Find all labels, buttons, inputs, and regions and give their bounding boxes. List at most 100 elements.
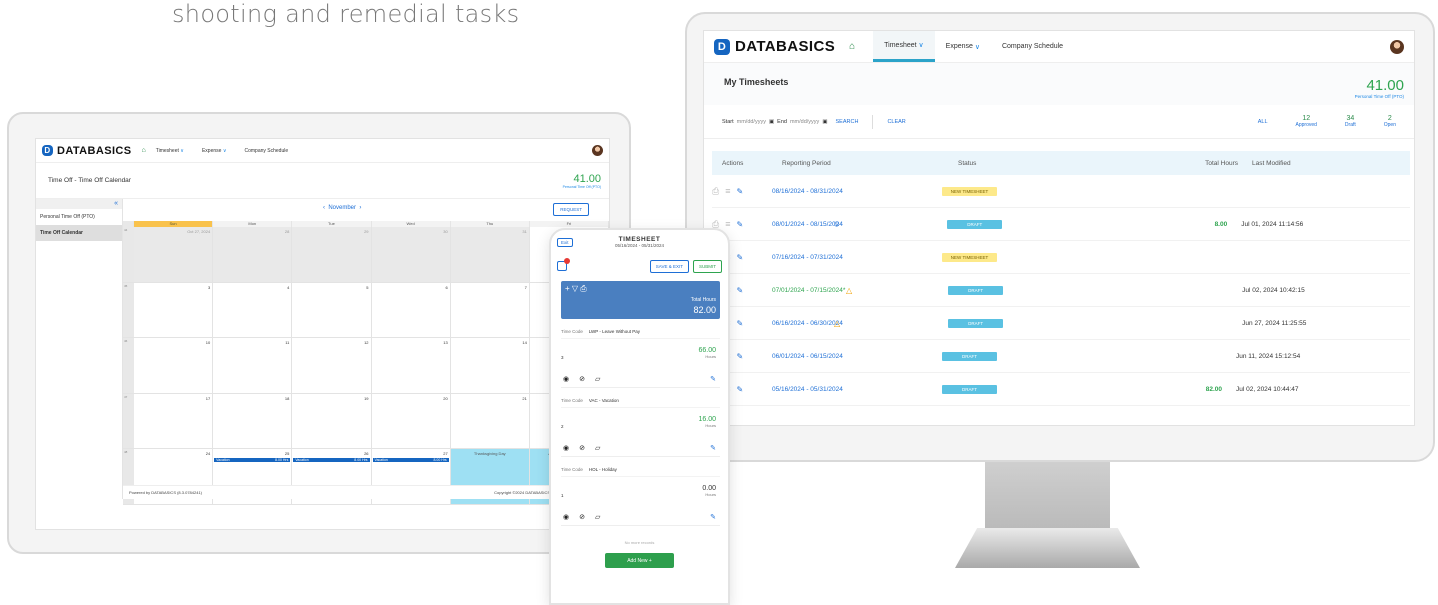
nav-timesheet[interactable]: Timesheet ∨: [156, 148, 184, 154]
edit-icon[interactable]: ✎: [736, 253, 743, 262]
filter-icon[interactable]: ▽: [572, 284, 578, 293]
attachment-icon[interactable]: ⊘: [579, 513, 585, 521]
user-avatar[interactable]: [592, 145, 603, 156]
edit-icon[interactable]: ✎: [736, 286, 743, 295]
start-date-input[interactable]: mm/dd/yyyy: [737, 119, 766, 125]
menu-icon[interactable]: ≡: [725, 219, 730, 229]
request-button[interactable]: REQUEST: [553, 203, 589, 216]
search-button[interactable]: SEARCH: [836, 119, 859, 125]
count-open[interactable]: 2 Open: [1384, 115, 1396, 128]
table-row[interactable]: ⎙ ≡ ✎ 08/16/2024 - 08/31/2024 NEW TIMESHEET: [712, 175, 1410, 208]
edit-icon[interactable]: ✎: [736, 385, 743, 394]
calendar-day[interactable]: 20: [372, 393, 451, 448]
nav-company-schedule[interactable]: Company Schedule: [991, 31, 1074, 62]
prev-month-icon[interactable]: ‹: [323, 205, 325, 211]
add-new-button[interactable]: Add New +: [605, 553, 674, 568]
edit-icon[interactable]: ✎: [736, 352, 743, 361]
calendar-day[interactable]: 30: [371, 227, 451, 282]
calendar-icon[interactable]: ▣: [822, 119, 827, 125]
nav-expense[interactable]: Expense ∨: [935, 31, 991, 62]
end-date-input[interactable]: mm/dd/yyyy: [790, 119, 819, 125]
edit-icon[interactable]: ✎: [710, 444, 716, 452]
calendar-day[interactable]: 11: [213, 338, 293, 393]
home-icon[interactable]: ⌂: [141, 147, 145, 154]
note-icon[interactable]: ▱: [595, 444, 600, 452]
nav-timesheet[interactable]: Timesheet ∨: [873, 31, 935, 62]
calendar-day[interactable]: 21: [451, 393, 530, 448]
nav-company-schedule[interactable]: Company Schedule: [244, 148, 288, 154]
next-month-icon[interactable]: ›: [359, 205, 361, 211]
count-draft[interactable]: 34 Draft: [1345, 115, 1356, 128]
brand-logo[interactable]: D DATABASICS: [714, 38, 835, 55]
add-icon[interactable]: +: [565, 284, 570, 293]
eye-icon[interactable]: ◉: [563, 375, 569, 383]
calendar-day[interactable]: 13: [372, 338, 451, 393]
calendar-day[interactable]: 5: [292, 282, 372, 337]
edit-icon[interactable]: ✎: [710, 513, 716, 521]
nav-expense[interactable]: Expense ∨: [202, 148, 227, 154]
col-period[interactable]: Reporting Period: [782, 160, 958, 167]
calendar-day[interactable]: 12: [292, 338, 372, 393]
exit-button[interactable]: Exit: [557, 237, 573, 247]
period-cell[interactable]: 06/01/2024 - 06/15/2024: [772, 353, 942, 360]
calendar-day[interactable]: 28: [213, 227, 293, 282]
calendar-day[interactable]: 10: [134, 338, 214, 393]
collapse-icon[interactable]: «: [36, 199, 122, 209]
period-cell[interactable]: 08/16/2024 - 08/31/2024: [772, 188, 942, 195]
period-cell[interactable]: 08/01/2024 - 08/15/2024: [772, 221, 942, 228]
calendar-day[interactable]: 19: [292, 393, 372, 448]
sidebar-item-pto[interactable]: Personal Time Off (PTO): [36, 209, 122, 225]
edit-icon[interactable]: ✎: [736, 187, 743, 196]
calendar-icon[interactable]: [557, 258, 570, 271]
table-row[interactable]: ⎙ ≡ ✎ 08/01/2024 - 08/15/2024 ⦸ DRAFT 8.00 Jul …: [712, 208, 1410, 241]
count-approved[interactable]: 12 Approved: [1296, 115, 1317, 128]
calendar-day[interactable]: 17: [134, 393, 214, 448]
attachment-icon[interactable]: ⊘: [579, 444, 585, 452]
col-actions[interactable]: Actions: [722, 160, 782, 167]
eye-icon[interactable]: ◉: [563, 513, 569, 521]
eye-icon[interactable]: ◉: [563, 444, 569, 452]
period-cell[interactable]: 07/16/2024 - 07/31/2024: [772, 254, 942, 261]
menu-icon[interactable]: ≡: [725, 186, 730, 196]
table-row[interactable]: ⎙≡✎05/16/2024 - 05/31/2024DRAFT82.00Jul …: [712, 373, 1410, 406]
print-icon[interactable]: ⎙: [580, 284, 586, 293]
edit-icon[interactable]: ✎: [736, 319, 743, 328]
calendar-day[interactable]: 18: [213, 393, 293, 448]
vacation-entry[interactable]: Vacation 8.00 Hrs: [372, 458, 449, 462]
clear-button[interactable]: CLEAR: [887, 119, 905, 125]
table-row[interactable]: ⎙≡✎07/16/2024 - 07/31/2024NEW TIMESHEET: [712, 241, 1410, 274]
user-avatar[interactable]: [1390, 39, 1404, 54]
vacation-entry[interactable]: Vacation 8.00 Hrs: [293, 458, 370, 462]
brand-logo[interactable]: D DATABASICS: [42, 145, 131, 157]
col-modified[interactable]: Last Modified: [1252, 160, 1291, 167]
calendar-day[interactable]: 3: [134, 282, 214, 337]
table-row[interactable]: ⎙≡✎06/01/2024 - 06/15/2024DRAFTJun 11, 2…: [712, 340, 1410, 373]
table-row[interactable]: ⎙≡✎07/01/2024 - 07/15/2024*△DRAFTJul 02,…: [712, 274, 1410, 307]
period-cell[interactable]: 06/16/2024 - 06/30/2024: [772, 320, 942, 327]
calendar-day[interactable]: 14: [451, 338, 530, 393]
note-icon[interactable]: ▱: [595, 513, 600, 521]
col-hours[interactable]: Total Hours: [1156, 160, 1238, 167]
sidebar-item-calendar[interactable]: Time Off Calendar: [36, 225, 122, 241]
submit-button[interactable]: SUBMIT: [692, 259, 722, 273]
calendar-day[interactable]: 31: [450, 227, 530, 282]
edit-icon[interactable]: ✎: [736, 220, 743, 229]
note-icon[interactable]: ▱: [595, 375, 600, 383]
edit-icon[interactable]: ✎: [710, 375, 716, 383]
count-all[interactable]: ALL: [1258, 119, 1268, 125]
calendar-day[interactable]: 6: [372, 282, 451, 337]
calendar-day[interactable]: 7: [451, 282, 530, 337]
calendar-icon[interactable]: ▣: [769, 119, 774, 125]
table-row[interactable]: ⎙≡✎06/16/2024 - 06/30/2024△DRAFTJun 27, …: [712, 307, 1410, 340]
home-icon[interactable]: ⌂: [849, 41, 855, 52]
save-exit-button[interactable]: SAVE & EXIT: [649, 259, 689, 273]
attachment-icon[interactable]: ⊘: [579, 375, 585, 383]
calendar-day[interactable]: 4: [213, 282, 293, 337]
calendar-day[interactable]: 29: [292, 227, 372, 282]
print-icon[interactable]: ⎙: [712, 186, 719, 197]
period-cell[interactable]: 07/01/2024 - 07/15/2024*: [772, 287, 942, 294]
col-status[interactable]: Status: [958, 160, 1156, 167]
calendar-day[interactable]: Oct 27, 2024: [134, 227, 214, 282]
vacation-entry[interactable]: Vacation 8.00 Hrs: [214, 458, 291, 462]
period-cell[interactable]: 05/16/2024 - 05/31/2024: [772, 386, 942, 393]
